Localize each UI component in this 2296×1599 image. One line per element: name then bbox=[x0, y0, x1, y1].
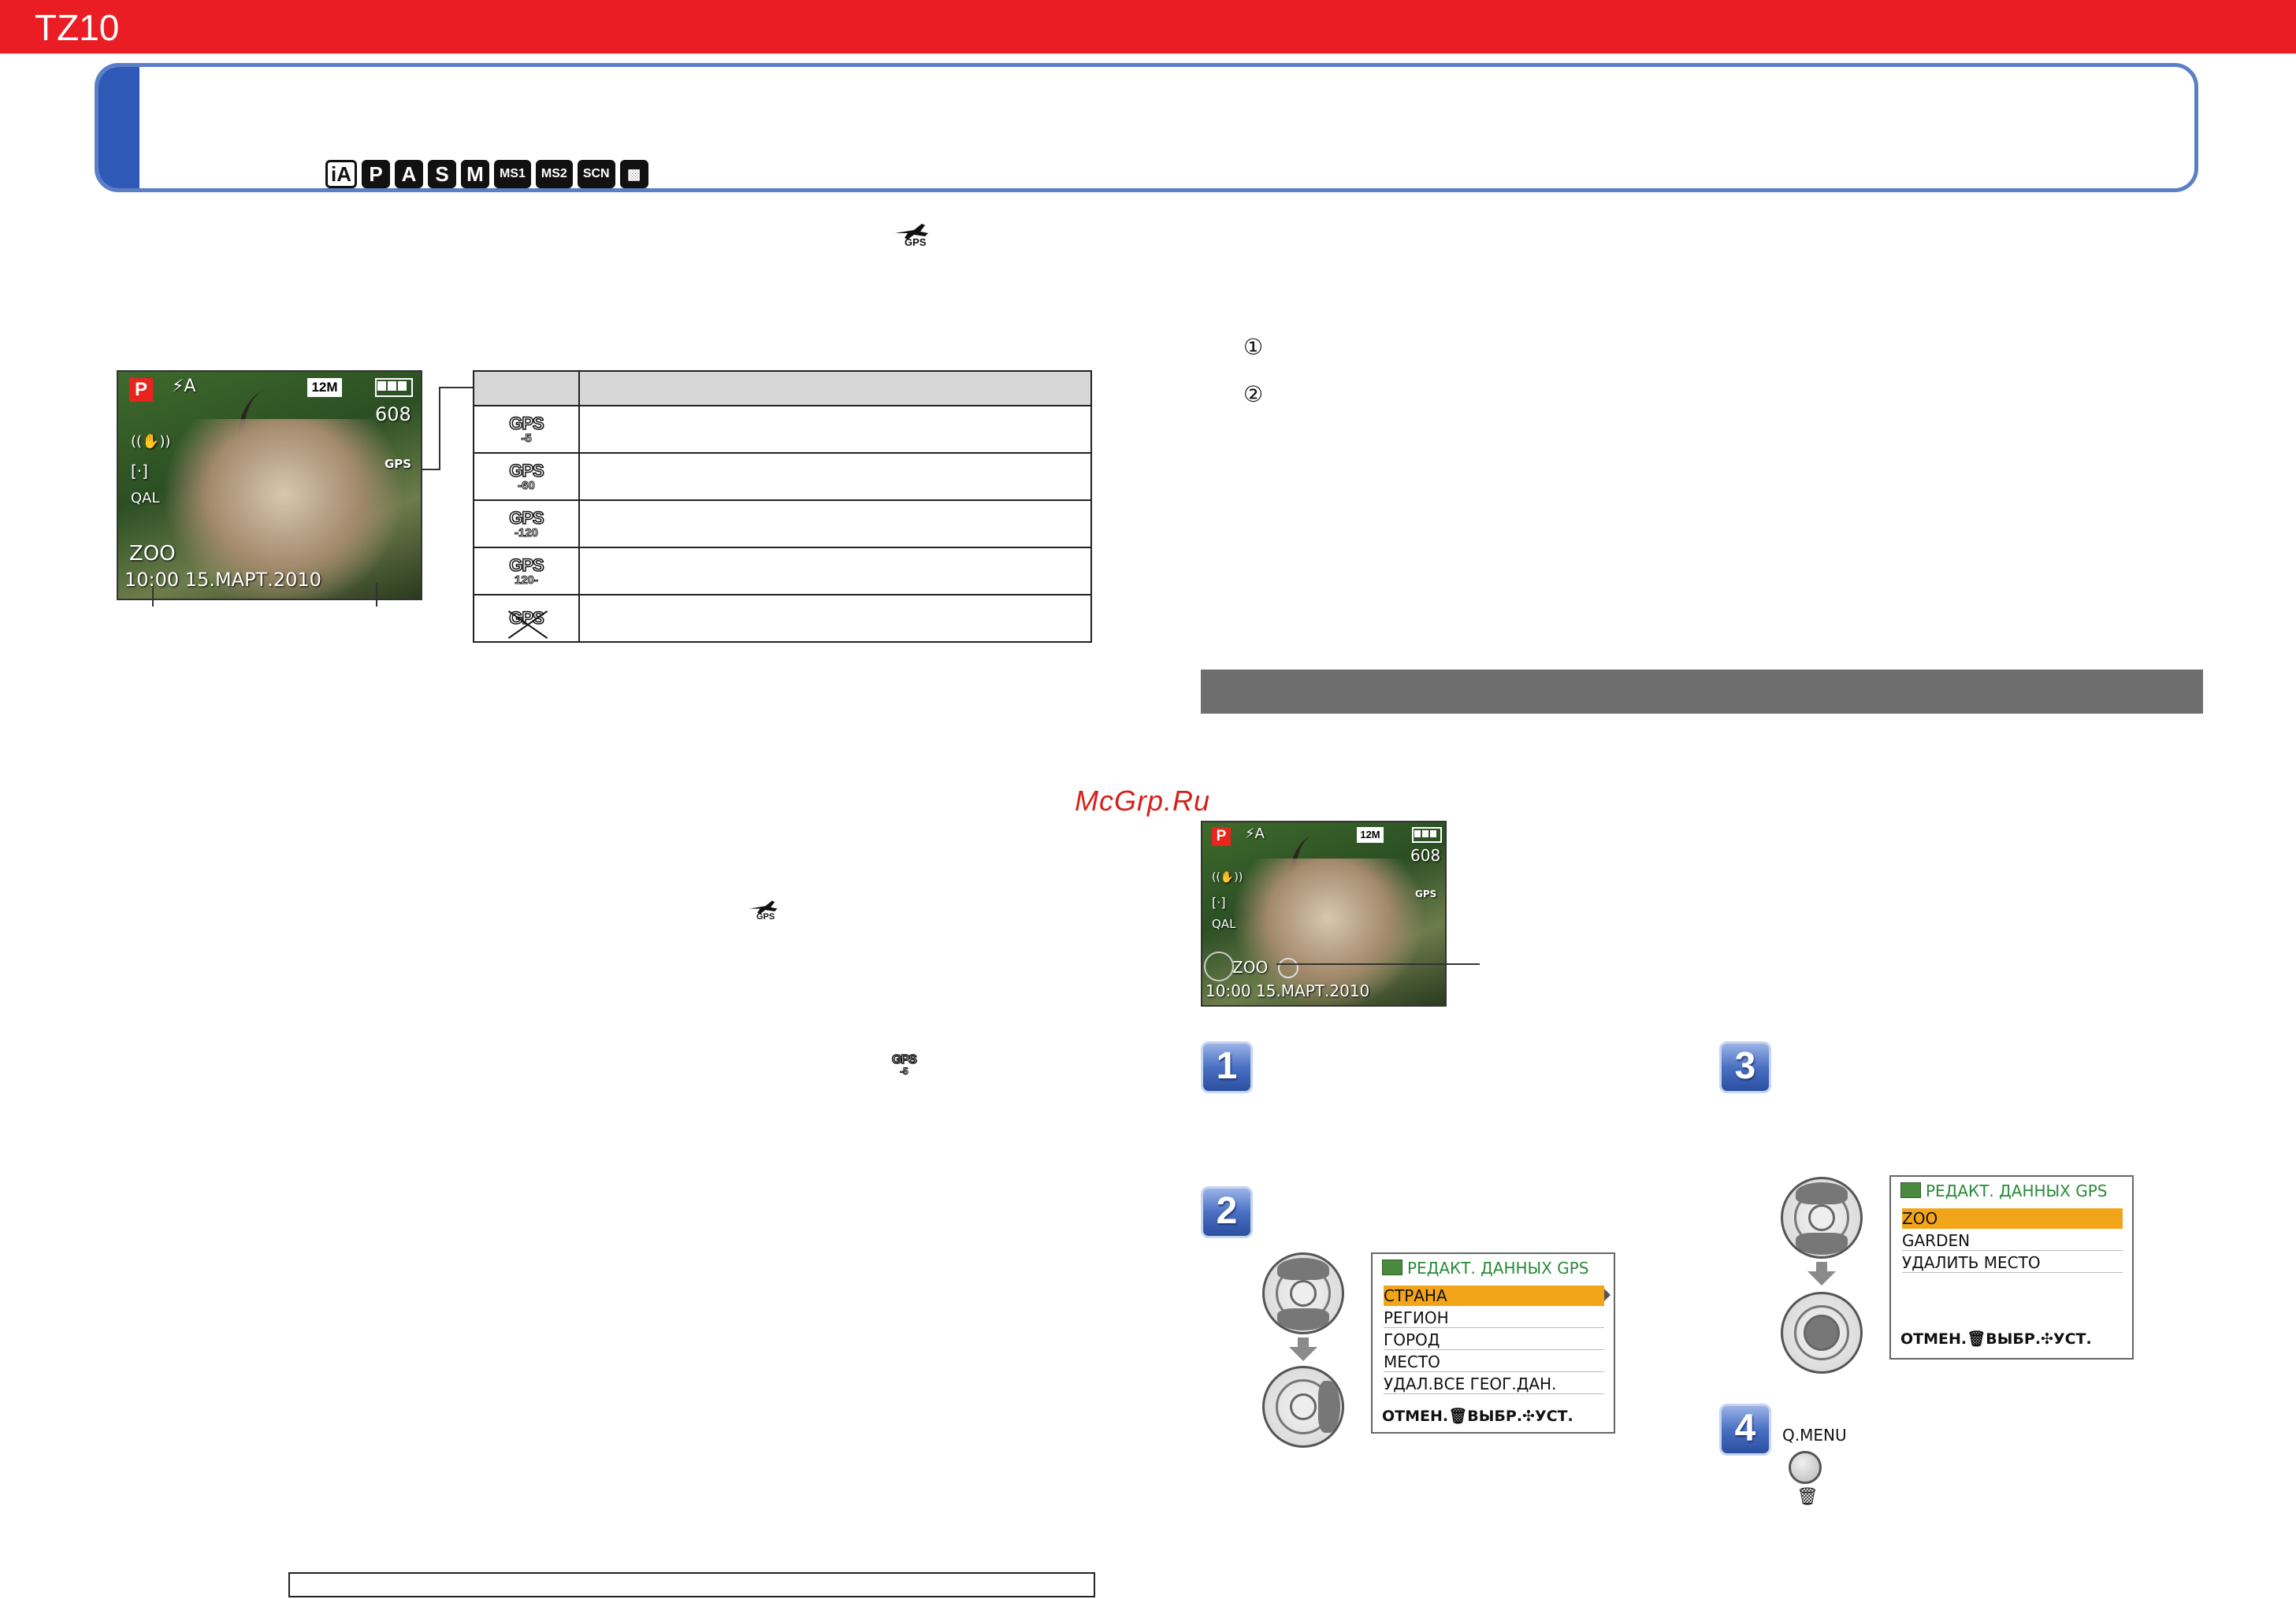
gps-status-table: GPS -5 GPS -60 GPS -120 GPS 120- GPS bbox=[473, 370, 1092, 643]
qmenu-label: Q.MENU bbox=[1782, 1426, 1847, 1445]
battery-icon bbox=[1412, 827, 1442, 843]
mode-scn-icon: SCN bbox=[577, 160, 615, 188]
table-row: GPS 120- bbox=[473, 547, 1092, 595]
mode-ia-icon: iA bbox=[325, 160, 357, 188]
menu-item-zoo[interactable]: ZOO bbox=[1902, 1208, 2123, 1229]
table-header-icon bbox=[473, 370, 580, 406]
table-row: GPS bbox=[473, 594, 1092, 643]
qmenu-button[interactable] bbox=[1789, 1451, 1822, 1484]
step-4-badge: 4 bbox=[1719, 1404, 1771, 1456]
menu-item-delete-place[interactable]: УДАЛИТЬ МЕСТО bbox=[1902, 1252, 2123, 1273]
gps-120-icon: GPS -120 bbox=[509, 507, 545, 540]
note-box bbox=[288, 1572, 1095, 1597]
callout-number-1: ① bbox=[1243, 334, 1264, 360]
scroll-arrow-icon bbox=[1604, 1289, 1611, 1301]
dpad-right[interactable] bbox=[1262, 1366, 1344, 1448]
dpad-center[interactable] bbox=[1781, 1292, 1863, 1374]
top-bar: TZ10 bbox=[0, 0, 2296, 54]
mode-ms2-icon: MS2 bbox=[535, 160, 573, 188]
camera-screen-2: P ⚡A 12M 608 GPS ((✋)) [·] QAL ZOO 10:00… bbox=[1201, 821, 1447, 1007]
menu-item-garden[interactable]: GARDEN bbox=[1902, 1230, 2123, 1251]
menu-title: РЕДАКТ. ДАННЫХ GPS bbox=[1382, 1259, 1588, 1278]
callout-lines-1 bbox=[152, 387, 473, 607]
stabilizer-icon: ((✋)) bbox=[1212, 871, 1243, 884]
size-tag: 12M bbox=[1357, 827, 1384, 843]
callout-number-2: ② bbox=[1243, 381, 1264, 407]
gps-5-small-icon: GPS -5 bbox=[891, 1053, 917, 1077]
arrow-down-icon bbox=[1807, 1262, 1836, 1286]
gps-edit-icon bbox=[1900, 1182, 1921, 1198]
airplane-gps-icon-2: GPS bbox=[745, 898, 780, 925]
mode-p-badge: P bbox=[1212, 827, 1231, 846]
header-stripe bbox=[98, 67, 139, 188]
menu-footer: ОТМЕН.🗑ВЫБР.✣УСТ. bbox=[1900, 1330, 2092, 1348]
menu-item-delete-all[interactable]: УДАЛ.ВСЕ ГЕОГ.ДАН. bbox=[1384, 1374, 1604, 1394]
table-row: GPS -60 bbox=[473, 452, 1092, 501]
gps-indicator: GPS bbox=[1415, 889, 1437, 900]
place-name: ZOO bbox=[1232, 958, 1269, 977]
airplane-gps-icon: GPS bbox=[890, 222, 931, 250]
flash-indicator: ⚡A bbox=[1245, 825, 1265, 842]
arrow-down-icon bbox=[1289, 1337, 1317, 1361]
gps-5-icon: GPS -5 bbox=[509, 413, 545, 445]
step-1-badge: 1 bbox=[1201, 1041, 1253, 1093]
section-bar bbox=[1201, 670, 2203, 714]
gps-place-icon bbox=[1204, 952, 1234, 981]
gps-120-plus-icon: GPS 120- bbox=[509, 555, 545, 587]
quality-indicator: QAL bbox=[1212, 917, 1236, 931]
mode-movie-icon: ▩ bbox=[619, 160, 648, 188]
date-time: 10:00 15.МАРТ.2010 bbox=[1206, 981, 1370, 1000]
table-row: GPS -120 bbox=[473, 499, 1092, 548]
shot-count: 608 bbox=[1410, 846, 1441, 865]
gps-60-icon: GPS -60 bbox=[509, 460, 545, 492]
header-panel: iA P A S M MS1 MS2 SCN ▩ bbox=[95, 63, 2198, 192]
mode-icons: iA P A S M MS1 MS2 SCN ▩ bbox=[325, 160, 648, 188]
table-row: GPS -5 bbox=[473, 405, 1092, 454]
gps-place-menu: РЕДАКТ. ДАННЫХ GPS ZOO GARDEN УДАЛИТЬ МЕ… bbox=[1889, 1175, 2134, 1360]
step-3-badge: 3 bbox=[1719, 1041, 1771, 1093]
gps-edit-icon bbox=[1382, 1260, 1402, 1275]
mode-a-icon: A bbox=[395, 160, 423, 188]
menu-item-region[interactable]: РЕГИОН bbox=[1384, 1308, 1604, 1328]
menu-footer: ОТМЕН.🗑ВЫБР.✣УСТ. bbox=[1382, 1408, 1573, 1425]
menu-item-place[interactable]: МЕСТО bbox=[1384, 1352, 1604, 1372]
mode-m-icon: M bbox=[461, 160, 489, 188]
mode-s-icon: S bbox=[428, 160, 456, 188]
gps-edit-menu: РЕДАКТ. ДАННЫХ GPS СТРАНА РЕГИОН ГОРОД М… bbox=[1371, 1252, 1615, 1434]
trash-icon: 🗑 bbox=[1796, 1487, 1819, 1507]
callout-line-2 bbox=[1276, 963, 1480, 965]
menu-title: РЕДАКТ. ДАННЫХ GPS bbox=[1900, 1182, 2107, 1200]
mode-p-icon: P bbox=[362, 160, 390, 188]
dpad-up-down[interactable] bbox=[1262, 1252, 1344, 1334]
table-header-row bbox=[473, 370, 1092, 406]
gps-off-icon: GPS bbox=[509, 607, 545, 628]
metering-icon: [·] bbox=[1212, 895, 1226, 910]
mode-ms1-icon: MS1 bbox=[494, 160, 531, 188]
menu-item-city[interactable]: ГОРОД bbox=[1384, 1330, 1604, 1350]
watermark: McGrp.Ru bbox=[1075, 785, 1211, 817]
step-2-badge: 2 bbox=[1201, 1186, 1253, 1238]
table-header-desc bbox=[578, 370, 1092, 406]
dpad-up-down-3[interactable] bbox=[1781, 1177, 1863, 1259]
menu-item-country[interactable]: СТРАНА bbox=[1384, 1286, 1604, 1306]
model-title: TZ10 bbox=[35, 7, 120, 48]
